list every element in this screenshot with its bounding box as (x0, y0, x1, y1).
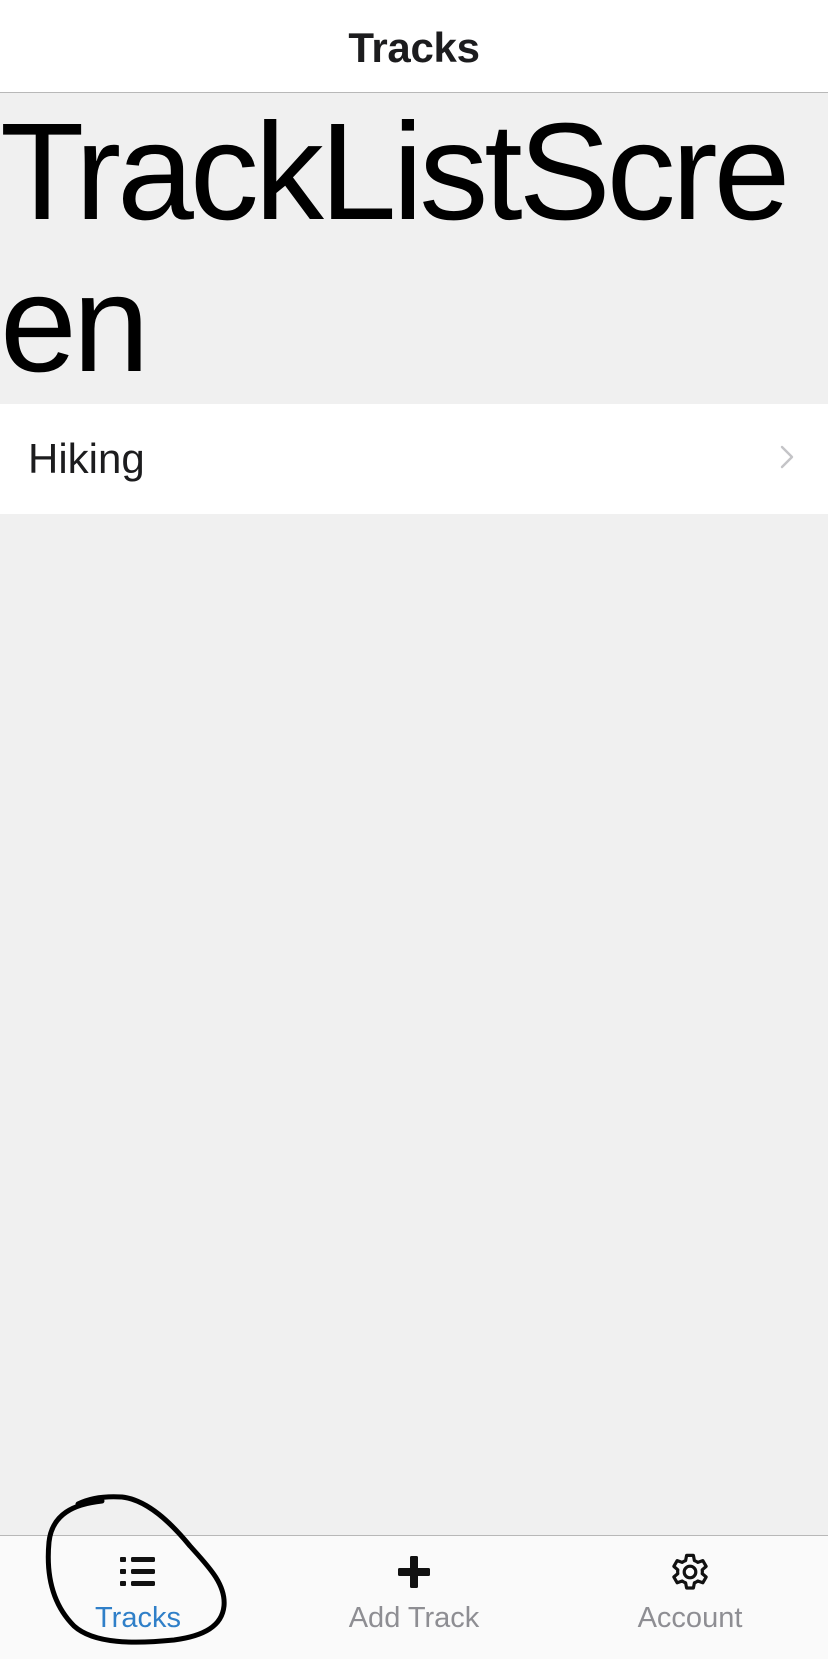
tab-tracks[interactable]: Tracks (0, 1536, 276, 1659)
track-list-screen: Tracks TrackListScreen Hiking Tracks Add… (0, 0, 828, 1659)
chevron-right-icon (780, 445, 794, 474)
tab-tracks-label: Tracks (95, 1602, 181, 1634)
list-icon (112, 1546, 164, 1598)
track-list-item[interactable]: Hiking (0, 404, 828, 514)
track-list-item-label: Hiking (28, 435, 145, 482)
tab-add-track-label: Add Track (348, 1602, 480, 1634)
tab-add-track[interactable]: Add Track (276, 1536, 552, 1659)
tab-bar: Tracks Add Track Account (0, 1535, 828, 1659)
tab-account-label: Account (637, 1602, 743, 1634)
gear-icon (664, 1546, 716, 1598)
tab-account[interactable]: Account (552, 1536, 828, 1659)
nav-title: Tracks (348, 24, 480, 71)
plus-icon (388, 1546, 440, 1598)
navigation-bar: Tracks (0, 0, 828, 93)
screen-heading: TrackListScreen (0, 95, 790, 401)
